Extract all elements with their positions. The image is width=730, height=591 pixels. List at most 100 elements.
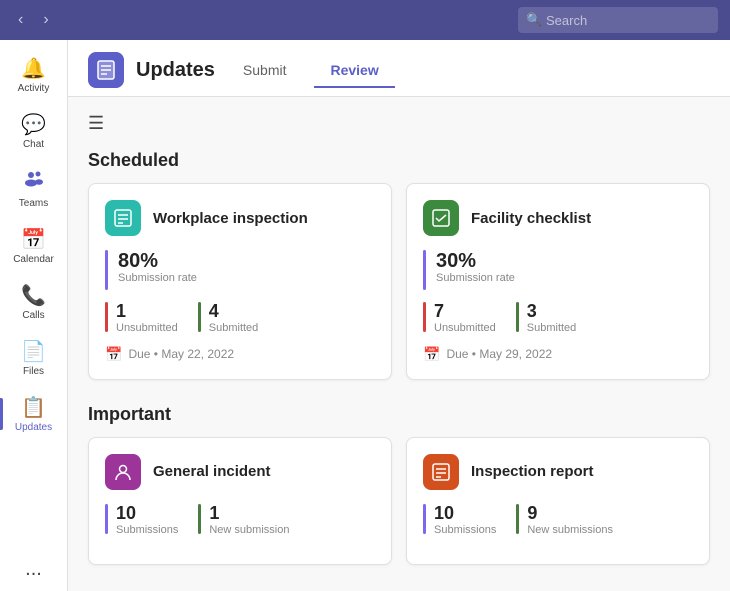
forward-button[interactable]: › [37, 9, 54, 31]
general-new-bar [198, 504, 201, 534]
general-new-value: 1 [209, 504, 289, 524]
facility-checklist-card: Facility checklist 30% Submission rate [406, 183, 710, 380]
inspection-card-icon [423, 454, 459, 490]
sidebar-item-activity[interactable]: 🔔 Activity [0, 48, 67, 102]
sidebar-label-teams: Teams [19, 198, 48, 209]
tab-submit[interactable]: Submit [227, 54, 303, 88]
workplace-due-row: 📅 Due • May 22, 2022 [105, 346, 375, 363]
facility-rate-bar-purple [423, 250, 426, 290]
workplace-rate-label: Submission rate [118, 272, 197, 284]
hamburger-menu[interactable]: ☰ [88, 113, 710, 134]
teams-icon [23, 168, 45, 196]
facility-unsubmitted: 7 Unsubmitted [423, 302, 496, 334]
inspection-submissions-value: 10 [434, 504, 496, 524]
general-card-title: General incident [153, 463, 271, 480]
calls-icon: 📞 [21, 283, 46, 308]
workplace-submitted: 4 Submitted [198, 302, 259, 334]
workplace-inspection-card: Workplace inspection 80% Submission rate [88, 183, 392, 380]
workplace-unsubmitted-value: 1 [116, 302, 178, 322]
updates-app-icon [88, 52, 124, 88]
workplace-rate-percent: 80% [118, 250, 197, 272]
inspection-card-title: Inspection report [471, 463, 594, 480]
unsubmitted-bar [105, 302, 108, 332]
inspection-stats-row: 10 Submissions 9 New submissions [423, 504, 693, 536]
workplace-submission-rate: 80% Submission rate [105, 250, 375, 290]
sidebar-item-files[interactable]: 📄 Files [0, 331, 67, 385]
facility-unsubmitted-label: Unsubmitted [434, 322, 496, 334]
workplace-card-title: Workplace inspection [153, 210, 308, 227]
general-new-label: New submission [209, 524, 289, 536]
inspection-report-card: Inspection report 10 Submissions [406, 437, 710, 565]
sidebar-label-updates: Updates [15, 422, 52, 433]
important-cards-grid: General incident 10 Submissions [88, 437, 710, 565]
facility-submitted-value: 3 [527, 302, 577, 322]
workplace-due-label: Due • May 22, 2022 [128, 347, 234, 361]
sidebar-item-calls[interactable]: 📞 Calls [0, 275, 67, 329]
general-incident-card: General incident 10 Submissions [88, 437, 392, 565]
facility-unsubmitted-value: 7 [434, 302, 496, 322]
files-icon: 📄 [21, 339, 46, 364]
search-input[interactable] [518, 7, 718, 33]
calendar-icon: 📅 [21, 227, 46, 252]
search-wrapper: 🔍 [518, 7, 718, 33]
header-title-row: Updates Submit Review [88, 52, 710, 88]
due-calendar-icon: 📅 [105, 346, 122, 363]
main-layout: 🔔 Activity 💬 Chat Teams 📅 Calendar 📞 [0, 40, 730, 591]
card-title-row-inspection: Inspection report [423, 454, 693, 490]
facility-due-label: Due • May 29, 2022 [446, 347, 552, 361]
sidebar-label-calendar: Calendar [13, 254, 54, 265]
top-bar: ‹ › 🔍 [0, 0, 730, 40]
sidebar-item-teams[interactable]: Teams [0, 160, 67, 217]
chat-icon: 💬 [21, 112, 46, 137]
general-new-submission: 1 New submission [198, 504, 289, 536]
card-title-row-general: General incident [105, 454, 375, 490]
general-card-icon [105, 454, 141, 490]
page-title: Updates [136, 59, 215, 82]
tab-review[interactable]: Review [314, 54, 394, 88]
inspection-submissions-label: Submissions [434, 524, 496, 536]
workplace-unsubmitted: 1 Unsubmitted [105, 302, 178, 334]
card-title-row-facility: Facility checklist [423, 200, 693, 236]
sidebar-item-chat[interactable]: 💬 Chat [0, 104, 67, 158]
facility-card-title: Facility checklist [471, 210, 591, 227]
updates-icon: 📋 [21, 395, 46, 420]
inspection-submissions-bar [423, 504, 426, 534]
sidebar-label-calls: Calls [22, 310, 44, 321]
submitted-bar [198, 302, 201, 332]
general-stats-row: 10 Submissions 1 New submission [105, 504, 375, 536]
important-section-title: Important [88, 404, 710, 425]
facility-card-icon [423, 200, 459, 236]
content-body: ☰ Scheduled W [68, 97, 730, 591]
facility-due-row: 📅 Due • May 29, 2022 [423, 346, 693, 363]
content-header: Updates Submit Review [68, 40, 730, 97]
sidebar-item-calendar[interactable]: 📅 Calendar [0, 219, 67, 273]
sidebar-label-activity: Activity [18, 83, 50, 94]
general-submissions-bar [105, 504, 108, 534]
facility-submission-rate: 30% Submission rate [423, 250, 693, 290]
inspection-submissions: 10 Submissions [423, 504, 496, 536]
workplace-stats-row: 1 Unsubmitted 4 Submitted [105, 302, 375, 334]
inspection-new: 9 New submissions [516, 504, 613, 536]
facility-submitted-bar [516, 302, 519, 332]
nav-arrows: ‹ › [12, 9, 55, 31]
content-area: Updates Submit Review ☰ Scheduled [68, 40, 730, 591]
workplace-unsubmitted-label: Unsubmitted [116, 322, 178, 334]
sidebar-item-updates[interactable]: 📋 Updates [0, 387, 67, 441]
sidebar-label-files: Files [23, 366, 44, 377]
facility-unsubmitted-bar [423, 302, 426, 332]
facility-stats-row: 7 Unsubmitted 3 Submitted [423, 302, 693, 334]
sidebar-label-chat: Chat [23, 139, 44, 150]
facility-rate-percent: 30% [436, 250, 515, 272]
facility-submitted-label: Submitted [527, 322, 577, 334]
rate-bar-purple [105, 250, 108, 290]
general-submissions-label: Submissions [116, 524, 178, 536]
workplace-submitted-value: 4 [209, 302, 259, 322]
sidebar: 🔔 Activity 💬 Chat Teams 📅 Calendar 📞 [0, 40, 68, 591]
facility-due-calendar-icon: 📅 [423, 346, 440, 363]
inspection-new-bar [516, 504, 519, 534]
back-button[interactable]: ‹ [12, 9, 29, 31]
activity-icon: 🔔 [21, 56, 46, 81]
scheduled-section-title: Scheduled [88, 150, 710, 171]
more-button[interactable]: ... [25, 558, 42, 581]
workplace-submitted-label: Submitted [209, 322, 259, 334]
